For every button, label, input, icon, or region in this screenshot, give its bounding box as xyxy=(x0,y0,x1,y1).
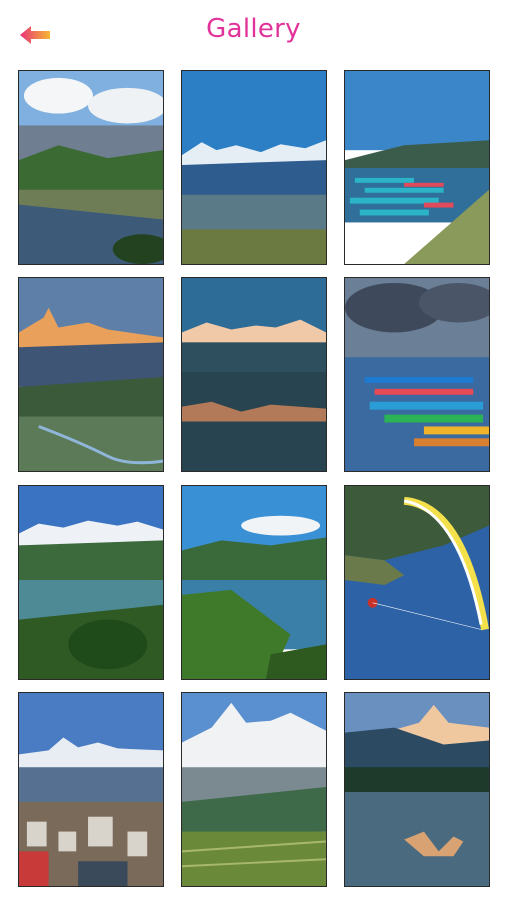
photo-mountain-range-valley xyxy=(182,71,326,264)
photo-tile[interactable] xyxy=(344,692,490,887)
photo-tile[interactable] xyxy=(18,277,164,472)
photo-snow-peak-city xyxy=(19,693,163,886)
photo-tile[interactable] xyxy=(181,485,327,680)
photo-tile[interactable] xyxy=(18,70,164,265)
photo-lake-green-hills xyxy=(182,486,326,679)
photo-peak-sunrise-valley xyxy=(19,278,163,471)
photo-boats-shore xyxy=(345,71,489,264)
photo-grid xyxy=(0,0,507,900)
photo-tile[interactable] xyxy=(181,277,327,472)
photo-mountain-reflection-lake xyxy=(182,278,326,471)
photo-tile[interactable] xyxy=(344,277,490,472)
photo-tile[interactable] xyxy=(181,70,327,265)
photo-boats-lake-cloudy xyxy=(345,278,489,471)
photo-tile[interactable] xyxy=(344,485,490,680)
photo-snow-peaks-lake-town xyxy=(19,486,163,679)
photo-peak-reflection-dawn xyxy=(345,693,489,886)
photo-paraglider-lake xyxy=(345,486,489,679)
photo-tile[interactable] xyxy=(18,692,164,887)
photo-tile[interactable] xyxy=(18,485,164,680)
photo-lake-hills-clouds xyxy=(19,71,163,264)
photo-snow-peak-terraces xyxy=(182,693,326,886)
photo-tile[interactable] xyxy=(181,692,327,887)
photo-tile[interactable] xyxy=(344,70,490,265)
